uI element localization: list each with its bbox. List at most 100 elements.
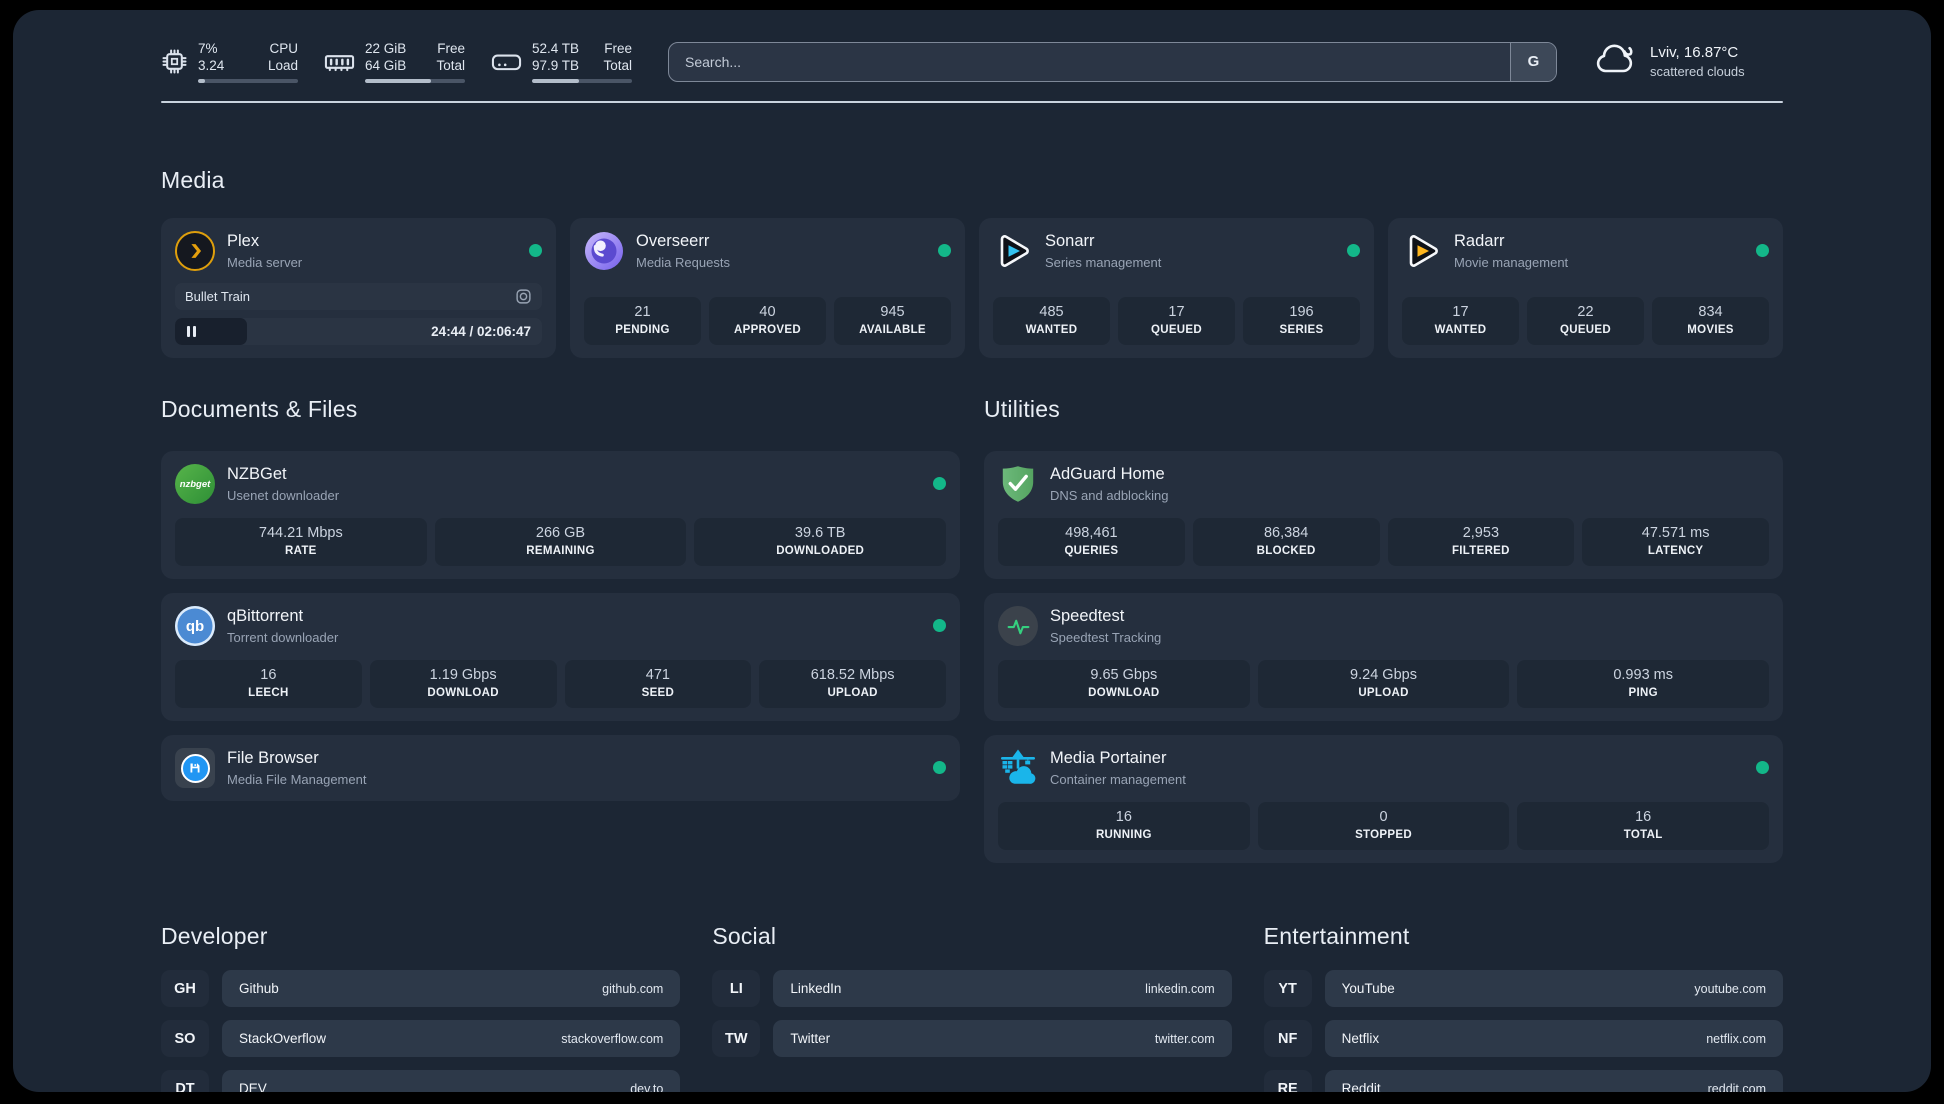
metric-value: 64 GiB [365, 58, 407, 73]
stat-rate: 744.21 Mbps RATE [175, 518, 427, 566]
section-title-documents: Documents & Files [161, 396, 358, 422]
app-card-sonarr[interactable]: Sonarr Series management 485 WANTED 17 Q… [979, 218, 1374, 358]
metric-values: 7% 3.24 [198, 40, 224, 74]
memory-progress-bar [365, 79, 465, 83]
app-card-speedtest[interactable]: Speedtest Speedtest Tracking 9.65 Gbps D… [984, 593, 1783, 721]
status-online-dot [938, 244, 951, 257]
app-name: Plex [227, 232, 260, 250]
metric-label: Free [604, 41, 632, 56]
overseerr-icon [584, 231, 624, 271]
reddit-abbr-icon[interactable]: RE [1263, 1070, 1312, 1092]
status-online-dot [1756, 244, 1769, 257]
link-bar[interactable]: Github github.com [222, 970, 681, 1007]
app-card-portainer[interactable]: Media Portainer Container management 16 … [984, 735, 1783, 863]
link-row-youtube[interactable]: YT YouTube youtube.com [1263, 970, 1783, 1007]
metric-labels: Free Total [436, 40, 465, 74]
metric-label: Load [267, 58, 298, 73]
link-bar[interactable]: YouTube youtube.com [1324, 970, 1783, 1007]
app-card-plex[interactable]: Plex Media server Bullet Train 24:44 / 0… [161, 218, 556, 358]
app-card-filebrowser[interactable]: File Browser Media File Management [161, 735, 960, 801]
plex-icon [175, 231, 215, 271]
link-name: DEV [239, 1081, 267, 1092]
app-name: qBittorrent [227, 607, 304, 625]
app-name: Sonarr [1045, 232, 1095, 250]
app-name: NZBGet [227, 465, 287, 483]
dev-abbr-icon[interactable]: DT [161, 1070, 209, 1092]
link-bar[interactable]: Twitter twitter.com [773, 1020, 1232, 1057]
search-bar[interactable]: G [668, 41, 1557, 82]
link-name: YouTube [1341, 981, 1395, 996]
section-title-media: Media [161, 167, 225, 193]
link-row-twitter[interactable]: TW Twitter twitter.com [712, 1020, 1232, 1057]
playback-time: 24:44 / 02:06:47 [431, 324, 531, 339]
system-metrics: 7% 3.24 CPU Load 22 GiB 64 GiB Free Tota… [161, 40, 632, 83]
link-bar[interactable]: LinkedIn linkedin.com [773, 970, 1232, 1007]
disk-metric: 52.4 TB 97.9 TB Free Total [491, 40, 632, 83]
stat-queries: 498,461 QUERIES [998, 518, 1185, 566]
media-card-row: Plex Media server Bullet Train 24:44 / 0… [161, 218, 1783, 358]
stat-download: 9.65 Gbps DOWNLOAD [998, 660, 1250, 708]
metric-label: CPU [269, 41, 298, 56]
metric-value: 52.4 TB [532, 41, 580, 56]
twitter-abbr-icon[interactable]: TW [712, 1020, 761, 1057]
link-name: Github [239, 981, 279, 996]
app-subtitle: Media File Management [227, 772, 367, 787]
stat-ping: 0.993 ms PING [1517, 660, 1770, 708]
metric-value: 97.9 TB [532, 58, 580, 73]
stat-latency: 47.571 ms LATENCY [1582, 518, 1769, 566]
link-row-netflix[interactable]: NF Netflix netflix.com [1263, 1020, 1783, 1057]
link-row-github[interactable]: GH Github github.com [161, 970, 681, 1007]
search-input[interactable] [669, 42, 1510, 81]
link-row-stackoverflow[interactable]: SO StackOverflow stackoverflow.com [161, 1020, 681, 1057]
link-row-dev[interactable]: DT DEV dev.to [161, 1070, 681, 1092]
metric-values: 22 GiB 64 GiB [365, 40, 406, 74]
link-bar[interactable]: DEV dev.to [222, 1070, 681, 1092]
app-card-qbittorrent[interactable]: qb qBittorrent Torrent downloader 16 LEE… [161, 593, 960, 721]
app-name: Overseerr [636, 232, 710, 250]
link-bar[interactable]: Reddit reddit.com [1324, 1070, 1783, 1092]
stat-upload: 618.52 Mbps UPLOAD [759, 660, 946, 708]
link-bar[interactable]: Netflix netflix.com [1324, 1020, 1783, 1057]
app-card-radarr[interactable]: Radarr Movie management 17 WANTED 22 QUE… [1388, 218, 1783, 358]
app-subtitle: Torrent downloader [227, 630, 339, 645]
link-name: Reddit [1341, 1081, 1381, 1092]
app-name: Media Portainer [1050, 749, 1167, 767]
speedtest-icon [998, 606, 1038, 646]
app-card-overseerr[interactable]: Overseerr Media Requests 21 PENDING 40 A… [570, 218, 965, 358]
github-abbr-icon[interactable]: GH [161, 970, 209, 1007]
link-row-linkedin[interactable]: LI LinkedIn linkedin.com [712, 970, 1232, 1007]
metric-label: Total [603, 58, 632, 73]
netflix-abbr-icon[interactable]: NF [1263, 1020, 1312, 1057]
link-domain: stackoverflow.com [561, 1031, 664, 1046]
weather-condition: scattered clouds [1650, 64, 1745, 79]
metric-label: Free [437, 41, 465, 56]
app-subtitle: Series management [1045, 255, 1162, 270]
cpu-icon [161, 48, 188, 75]
pause-icon[interactable] [187, 326, 196, 337]
stat-running: 16 RUNNING [998, 802, 1250, 850]
utilities-column: Utilities AdGuard Home DNS and adblockin… [984, 358, 1783, 863]
app-name: Radarr [1454, 232, 1505, 250]
app-subtitle: Media Requests [636, 255, 730, 270]
stat-pending: 21 PENDING [584, 297, 701, 345]
memory-icon [324, 49, 355, 75]
status-online-dot [1756, 761, 1769, 774]
metric-value: 3.24 [198, 58, 225, 73]
status-online-dot [1347, 244, 1360, 257]
youtube-abbr-icon[interactable]: YT [1263, 970, 1312, 1007]
link-row-reddit[interactable]: RE Reddit reddit.com [1263, 1070, 1783, 1092]
stat-series: 196 SERIES [1243, 297, 1360, 345]
stat-remaining: 266 GB REMAINING [434, 518, 687, 566]
link-bar[interactable]: StackOverflow stackoverflow.com [222, 1020, 681, 1057]
adguard-icon [998, 464, 1038, 504]
app-name: File Browser [227, 749, 319, 767]
google-search-button[interactable]: G [1510, 42, 1556, 81]
app-card-adguard[interactable]: AdGuard Home DNS and adblocking 498,461 … [984, 451, 1783, 579]
stackoverflow-abbr-icon[interactable]: SO [161, 1020, 209, 1057]
nzbget-icon: nzbget [175, 464, 215, 504]
app-card-nzbget[interactable]: nzbget NZBGet Usenet downloader 744.21 M… [161, 451, 960, 579]
dashboard-panel: 7% 3.24 CPU Load 22 GiB 64 GiB Free Tota… [13, 10, 1931, 1092]
section-title-social: Social [712, 923, 777, 949]
linkedin-abbr-icon[interactable]: LI [712, 970, 761, 1007]
stat-approved: 40 APPROVED [709, 297, 826, 345]
